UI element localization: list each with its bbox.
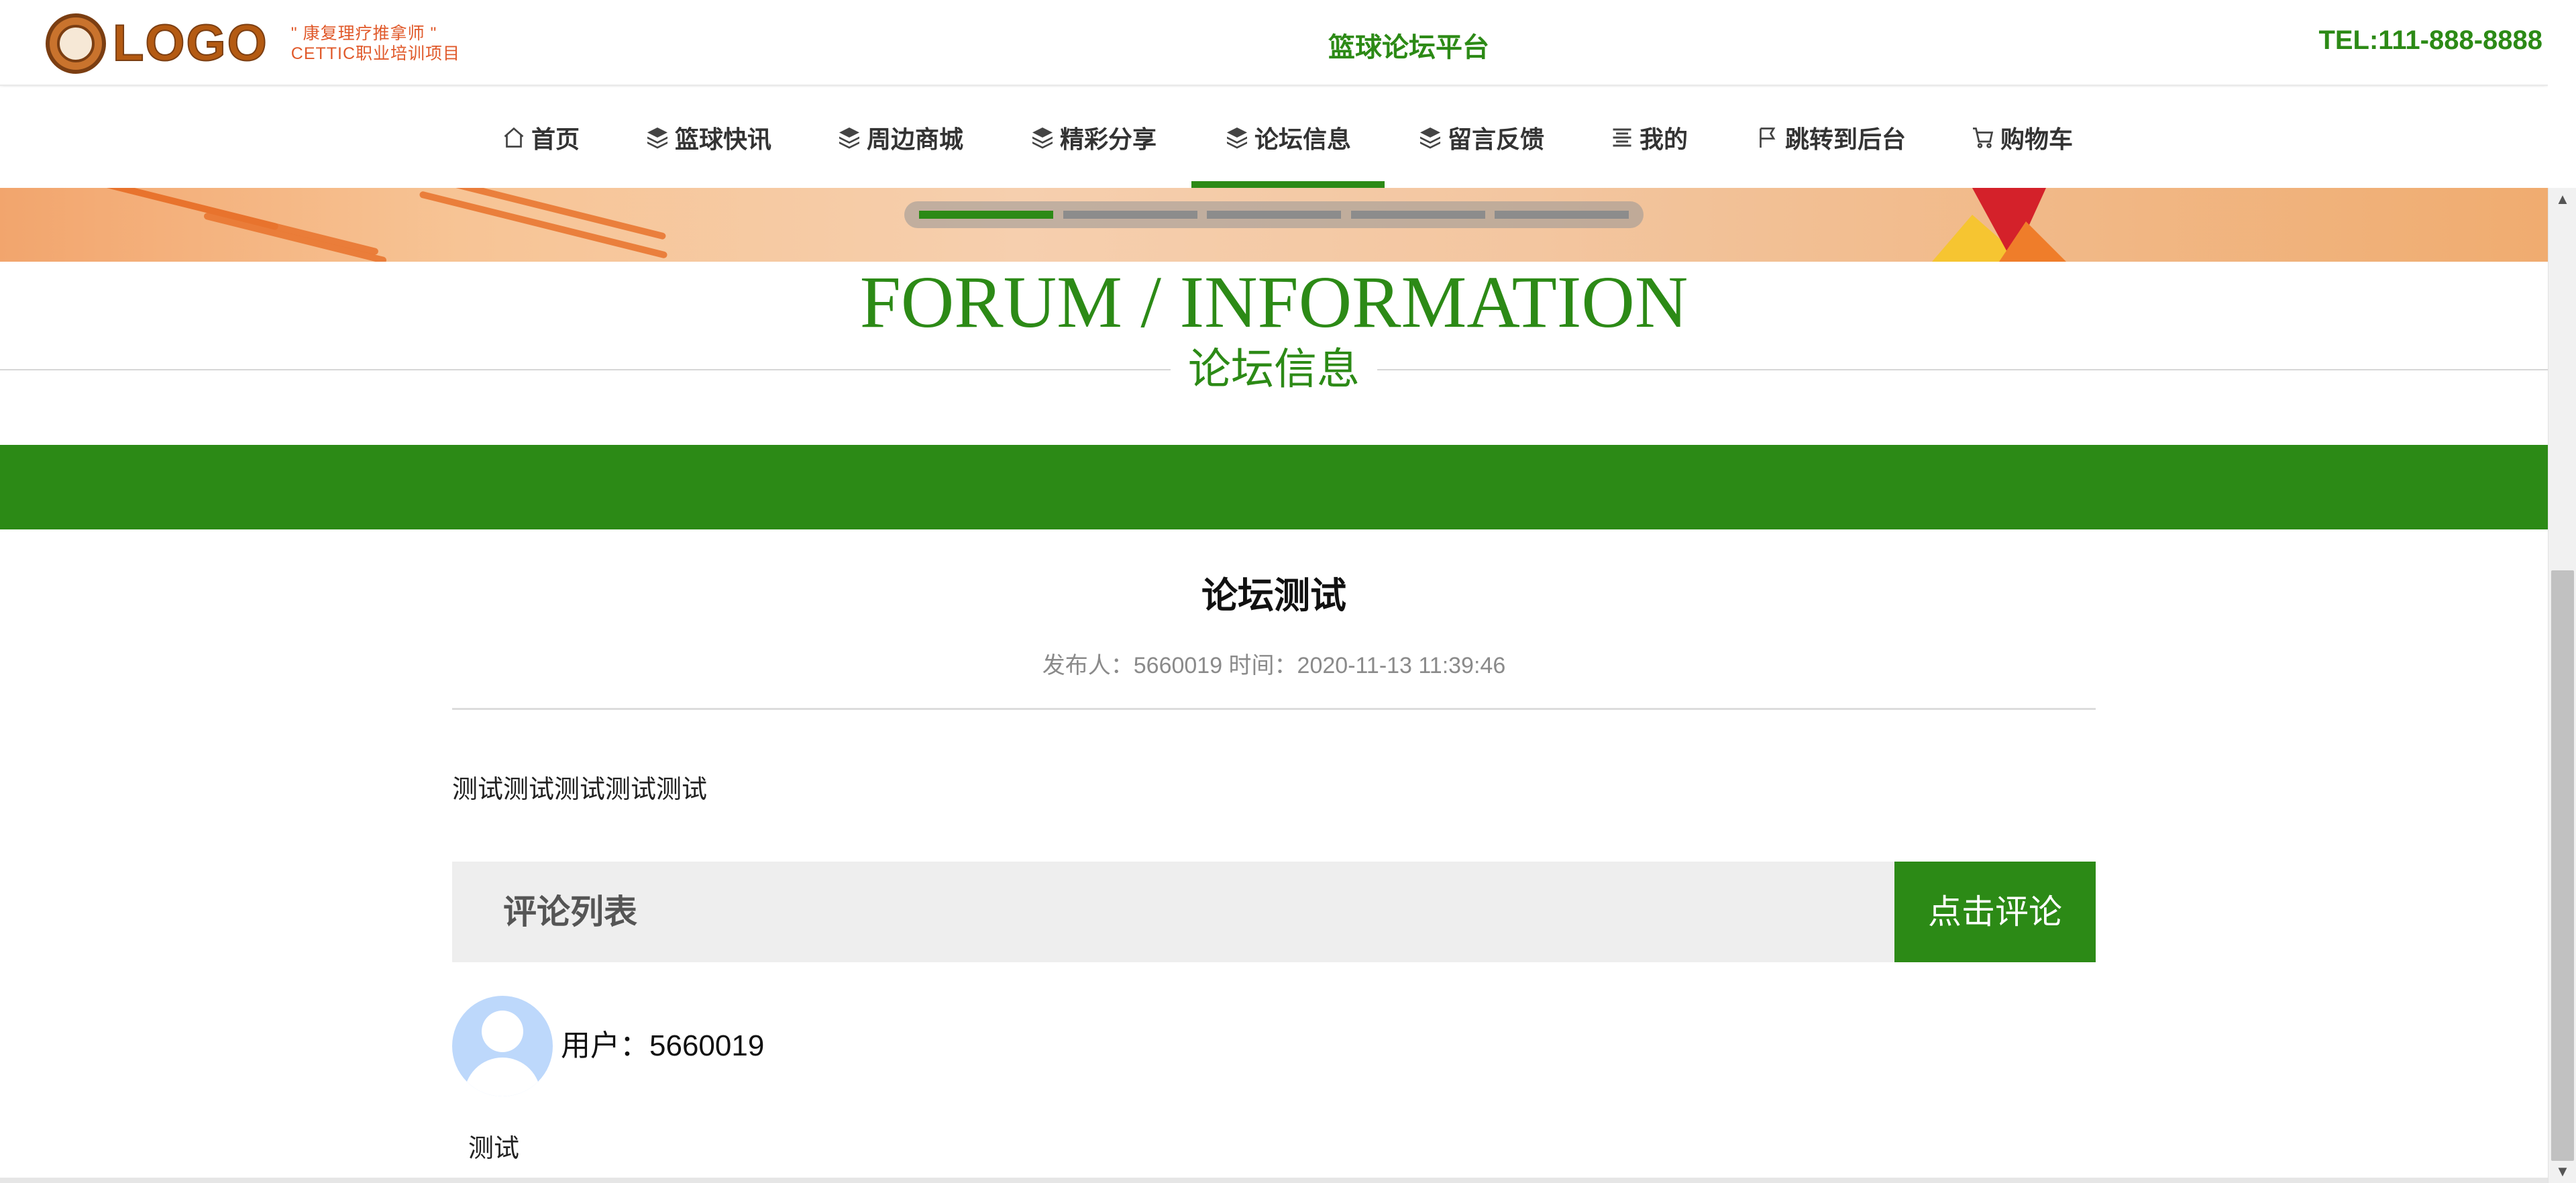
avatar-head: [482, 1011, 523, 1052]
nav-item-label: 精彩分享: [1059, 125, 1157, 153]
page: LOGO " 康复理疗推拿师 " CETTIC职业培训项目 篮球论坛平台 TEL…: [0, 0, 2576, 1183]
top-header: LOGO " 康复理疗推拿师 " CETTIC职业培训项目 篮球论坛平台 TEL…: [0, 0, 2548, 86]
nav-item-share[interactable]: 精彩分享: [1026, 87, 1161, 188]
page-content: LOGO " 康复理疗推拿师 " CETTIC职业培训项目 篮球论坛平台 TEL…: [0, 0, 2548, 1183]
post-title: 论坛测试: [1201, 576, 1346, 616]
layers-icon: [839, 127, 859, 149]
comment-text: 测试: [468, 1135, 520, 1163]
nav-item-forum[interactable]: 论坛信息: [1191, 87, 1385, 188]
nav-item-label: 周边商城: [866, 125, 963, 153]
section-band: [0, 445, 2548, 529]
logo[interactable]: LOGO " 康复理疗推拿师 " CETTIC职业培训项目: [46, 13, 460, 74]
logo-slogan-line2: CETTIC职业培训项目: [290, 44, 461, 63]
nav-item-label: 跳转到后台: [1784, 125, 1906, 153]
logo-text: LOGO: [112, 15, 268, 72]
avatar-body: [464, 1058, 541, 1096]
comment-list-title: 评论列表: [503, 893, 637, 931]
home-icon: [504, 127, 524, 148]
comment-list-header: 评论列表 点击评论: [452, 862, 2096, 962]
layers-icon: [1032, 127, 1053, 149]
nav-item-label: 论坛信息: [1254, 125, 1351, 153]
nav-item-label: 我的: [1639, 125, 1688, 153]
post-divider: [452, 708, 2096, 710]
carousel-indicator-4[interactable]: [1350, 211, 1485, 219]
site-title: 篮球论坛平台: [1328, 33, 1489, 62]
banner-decor: [203, 212, 388, 262]
nav-item-mine[interactable]: 我的: [1605, 87, 1693, 188]
scroll-down-arrow-icon[interactable]: ▼: [2548, 1162, 2576, 1182]
footer-edge: [0, 1178, 2548, 1183]
carousel-indicator-3[interactable]: [1207, 211, 1341, 219]
nav-item-home[interactable]: 首页: [496, 87, 585, 188]
section-title-cn-wrap: 论坛信息: [0, 344, 2548, 395]
list-icon: [1613, 128, 1631, 147]
vertical-scrollbar[interactable]: ▲ ▼: [2548, 188, 2576, 1183]
add-comment-button[interactable]: 点击评论: [1894, 862, 2096, 962]
nav-item-admin[interactable]: 跳转到后台: [1752, 87, 1909, 188]
post-body: 测试测试测试测试测试: [452, 776, 708, 804]
scroll-up-arrow-icon[interactable]: ▲: [2548, 189, 2576, 209]
main-nav: 首页 篮球快讯 周边商城 精彩分享 论坛信息 留言反馈 我的 跳转到后台 购物车: [0, 87, 2548, 188]
nav-item-label: 篮球快讯: [674, 125, 771, 153]
carousel-indicator-1[interactable]: [919, 211, 1053, 219]
nav-item-label: 首页: [531, 125, 580, 153]
layers-icon: [1226, 127, 1247, 149]
layers-icon: [647, 127, 667, 149]
scrollbar-thumb[interactable]: [2551, 570, 2574, 1161]
logo-slogan: " 康复理疗推拿师 " CETTIC职业培训项目: [291, 23, 460, 64]
nav-item-feedback[interactable]: 留言反馈: [1414, 87, 1548, 188]
cart-icon: [1972, 127, 1994, 148]
carousel-indicator-2[interactable]: [1063, 211, 1197, 219]
nav-item-basketball-news[interactable]: 篮球快讯: [641, 87, 775, 188]
carousel-indicator-5[interactable]: [1495, 211, 1629, 219]
banner-carousel[interactable]: [0, 188, 2548, 262]
nav-item-label: 购物车: [2000, 125, 2073, 153]
section-title-cn: 论坛信息: [1171, 344, 1377, 395]
carousel-indicators: [904, 201, 1644, 228]
logo-slogan-line1: " 康复理疗推拿师 ": [290, 24, 437, 43]
nav-item-mall[interactable]: 周边商城: [833, 87, 967, 188]
nav-item-label: 留言反馈: [1447, 125, 1544, 153]
section-title-en: FORUM / INFORMATION: [859, 261, 1688, 343]
flag-icon: [1760, 127, 1776, 148]
nav-item-cart[interactable]: 购物车: [1968, 87, 2076, 188]
contact-phone: TEL:111-888-8888: [2318, 25, 2542, 55]
logo-emblem-icon: [46, 13, 106, 74]
layers-icon: [1419, 127, 1440, 149]
forum-post: 论坛测试 发布人：5660019 时间：2020-11-13 11:39:46 …: [452, 529, 2096, 1183]
avatar: [452, 996, 553, 1096]
banner-decor: [1999, 221, 2066, 262]
comment-user: 用户：5660019: [561, 1029, 765, 1062]
post-meta: 发布人：5660019 时间：2020-11-13 11:39:46: [1042, 653, 1506, 678]
